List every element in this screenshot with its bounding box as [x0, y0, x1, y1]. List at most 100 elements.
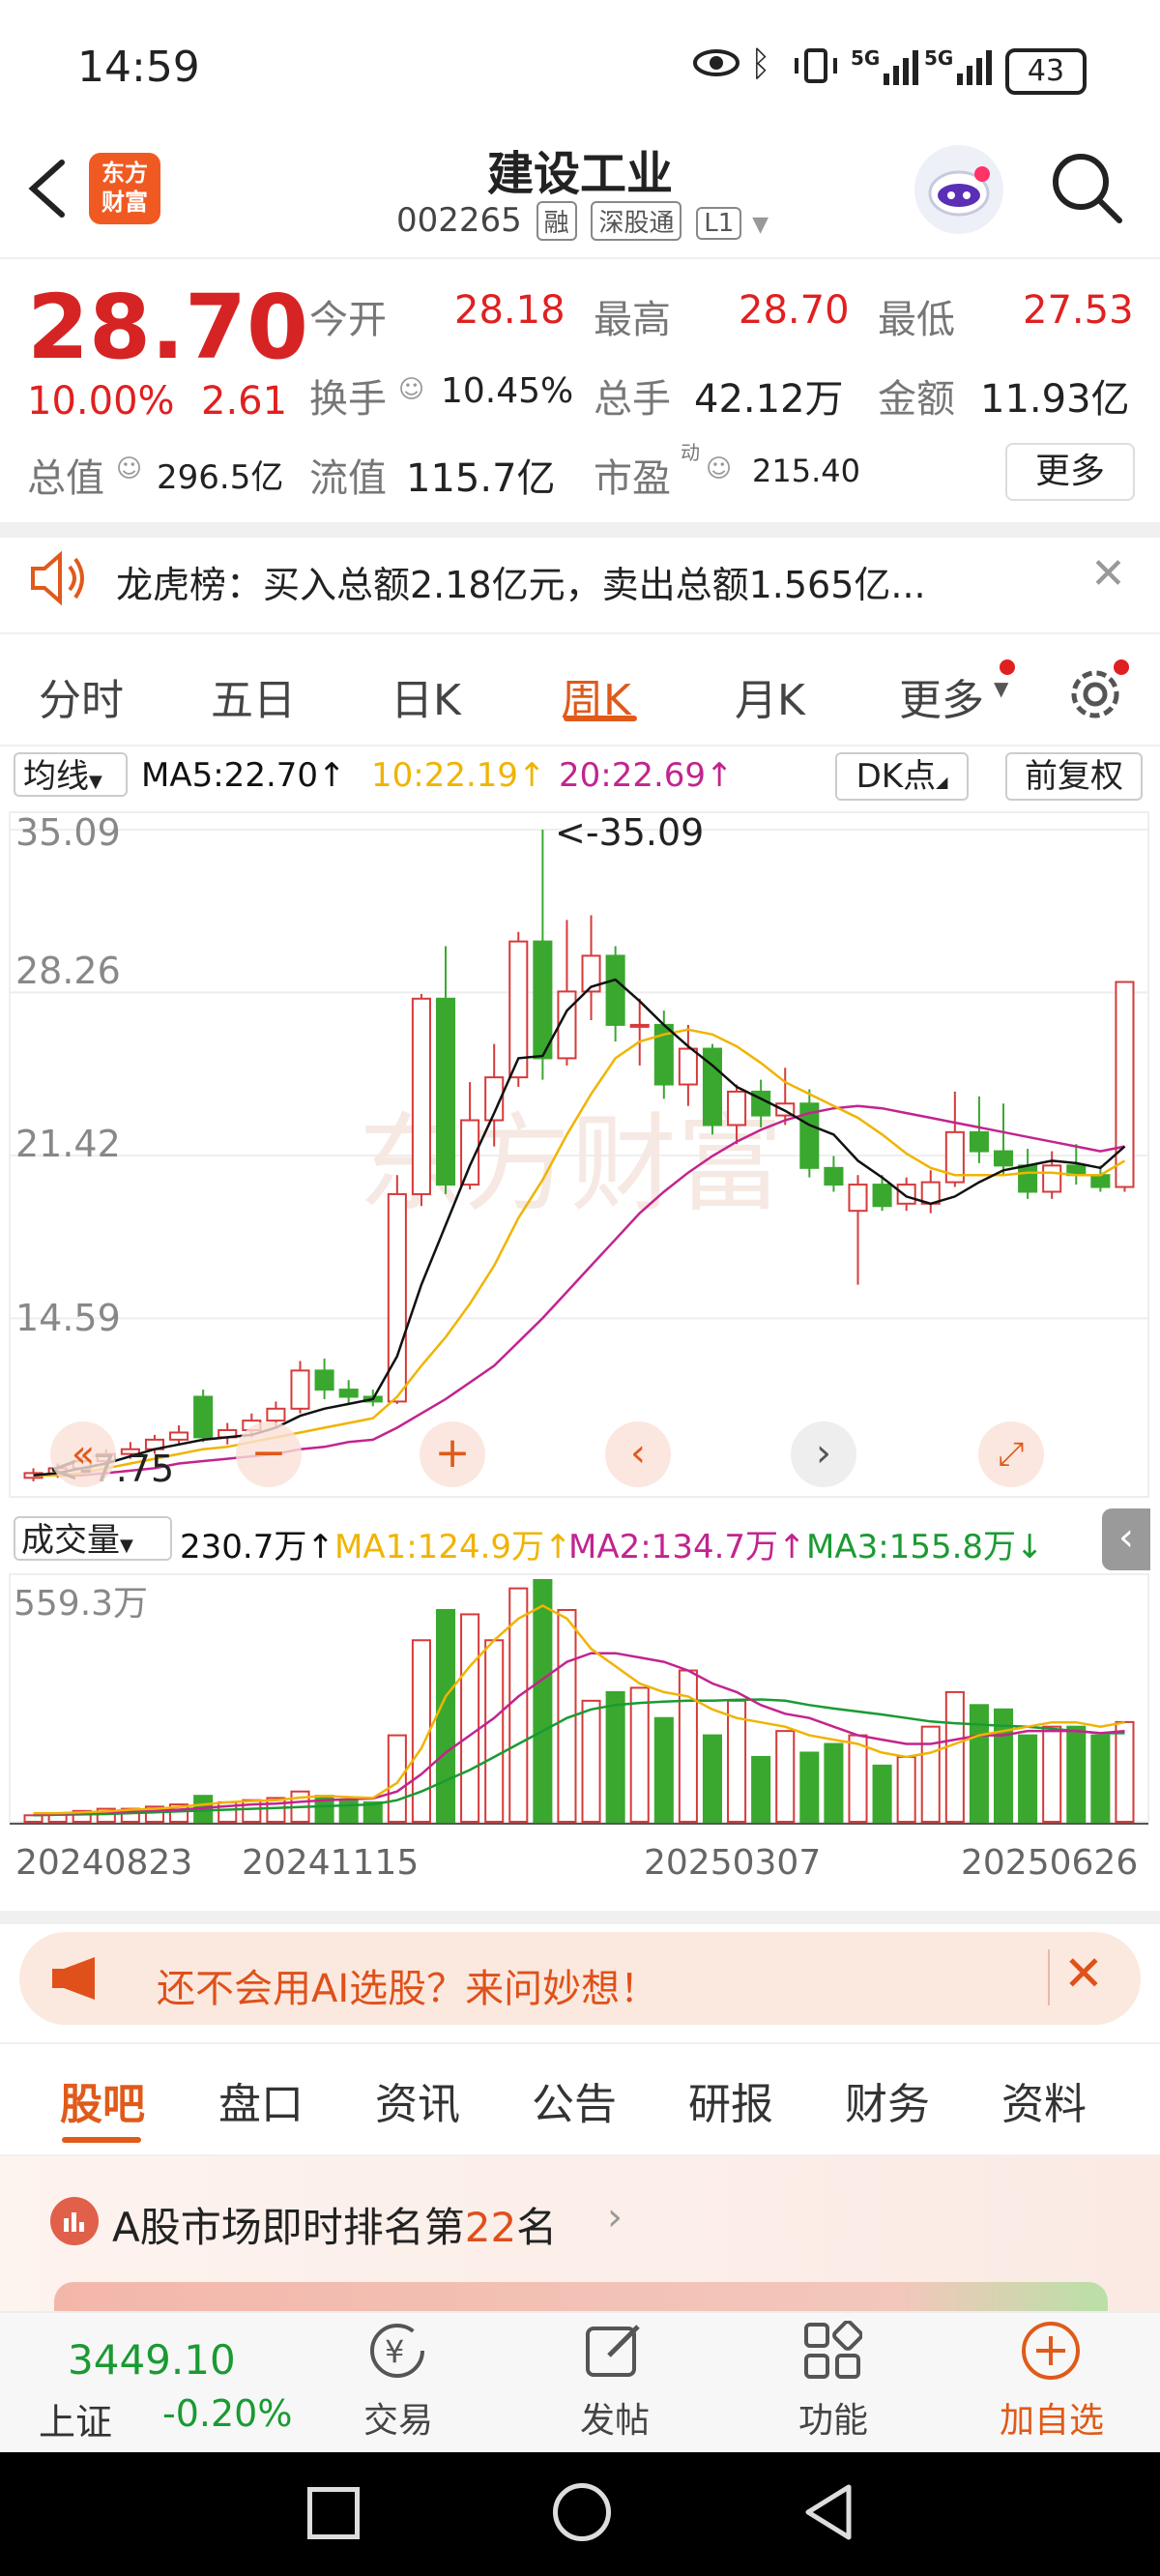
more-button[interactable]: 更多	[1005, 443, 1135, 501]
rank-card[interactable]: A股市场即时排名第22名 ›	[0, 2156, 1160, 2311]
tab-forum[interactable]: 股吧	[60, 2069, 145, 2131]
ma-selector[interactable]: 均线▼	[14, 752, 128, 797]
amount-label: 金额	[878, 377, 955, 422]
functions-icon[interactable]	[802, 2320, 863, 2381]
tab-five-day[interactable]: 五日	[211, 665, 296, 727]
indicator-selector[interactable]: 成交量▼	[14, 1516, 172, 1561]
back-icon[interactable]	[800, 2483, 858, 2541]
scroll-left-icon[interactable]: ‹	[605, 1421, 671, 1487]
back-arrow-icon[interactable]	[19, 155, 73, 222]
tab-intraday[interactable]: 分时	[39, 665, 124, 727]
tag-connect: 深股通	[591, 201, 682, 241]
ai-banner-text: 还不会用AI选股？来问妙想！	[157, 1967, 659, 2011]
signal-5g-icon-2: 5G	[924, 46, 996, 87]
search-icon[interactable]	[1048, 149, 1125, 226]
candle	[727, 1090, 747, 1127]
candle	[411, 997, 431, 1195]
close-icon[interactable]: ✕	[1090, 549, 1126, 599]
gear-icon[interactable]	[1063, 658, 1131, 725]
zoom-in-icon[interactable]: +	[420, 1421, 485, 1487]
tab-monthly-k[interactable]: 月K	[735, 665, 805, 727]
vibrate-icon	[793, 48, 839, 83]
battery-icon: 43	[1005, 48, 1087, 95]
notice-divider	[0, 632, 1160, 634]
nav-trade[interactable]: 交易	[331, 2392, 466, 2443]
dk-point-button[interactable]: DK点◢	[835, 752, 969, 801]
ma20-value: 20:22.69↑	[559, 756, 734, 795]
megaphone-icon	[48, 1953, 106, 2004]
tab-news[interactable]: 资讯	[375, 2069, 460, 2131]
scroll-right-icon[interactable]: ›	[791, 1421, 856, 1487]
candle	[435, 997, 456, 1186]
tab-more[interactable]: 更多	[899, 665, 984, 727]
tab-research[interactable]: 研报	[688, 2069, 773, 2131]
float-value: 115.7亿	[406, 456, 556, 501]
max-price-note: <-35.09	[555, 811, 704, 854]
chevron-right-icon[interactable]: ›	[607, 2195, 623, 2239]
nav-add-watchlist[interactable]: 加自选	[984, 2392, 1119, 2443]
zoom-out-icon[interactable]: −	[236, 1421, 302, 1487]
volume-bar	[435, 1608, 456, 1823]
high-label: 最高	[594, 298, 671, 342]
date-label: 20250307	[644, 1843, 821, 1883]
tab-profile[interactable]: 资料	[1001, 2069, 1087, 2131]
adjust-button[interactable]: 前复权	[1005, 752, 1143, 801]
battery-level: 43	[1027, 54, 1065, 88]
candle	[1042, 1164, 1062, 1193]
ma10-value: 10:22.19↑	[371, 756, 546, 795]
collapse-panel-icon[interactable]: ‹	[1102, 1508, 1150, 1570]
tag-level: L1	[696, 207, 742, 240]
low-label: 最低	[878, 298, 955, 342]
price-chart[interactable]: 东方财富 35.09 28.26 21.42 14.59 <-35.09 <-7…	[0, 805, 1160, 1501]
trade-icon[interactable]: ¥	[365, 2319, 429, 2383]
pe-label: 市盈	[594, 456, 671, 501]
signal-5g-icon-1: 5G	[851, 46, 918, 87]
status-time: 14:59	[77, 43, 200, 92]
ma5-value: MA5:22.70↑	[141, 756, 346, 795]
tab-orderbook[interactable]: 盘口	[218, 2069, 304, 2131]
app-logo: 东方 财富	[89, 153, 160, 224]
tab-announcements[interactable]: 公告	[532, 2069, 617, 2131]
volume-max-label: 559.3万	[14, 1584, 148, 1624]
amount-value: 11.93亿	[980, 377, 1130, 422]
info-icon[interactable]: ☺	[398, 375, 424, 404]
tab-daily-k[interactable]: 日K	[391, 665, 461, 727]
info-icon-2[interactable]: ☺	[116, 454, 142, 483]
stock-code-row: 002265 融 深股通 L1 ▼	[396, 201, 768, 241]
nav-post[interactable]: 发帖	[547, 2392, 682, 2443]
nav-functions[interactable]: 功能	[766, 2392, 901, 2443]
robot-avatar-icon[interactable]	[914, 145, 1003, 234]
info-icon-3[interactable]: ☺	[706, 454, 732, 483]
volume-bar	[484, 1639, 505, 1823]
sub-tab-indicator	[62, 2137, 141, 2143]
volume-current: 230.7万↑	[180, 1528, 334, 1566]
ai-banner[interactable]: 还不会用AI选股？来问妙想！ ✕	[19, 1932, 1141, 2025]
post-icon[interactable]	[582, 2319, 646, 2383]
low-value: 27.53	[1023, 288, 1134, 333]
fullscreen-icon[interactable]: ⤢	[978, 1421, 1044, 1487]
notice-text[interactable]: 龙虎榜：买入总额2.18亿元，卖出总额1.565亿...	[116, 555, 926, 608]
svg-text:¥: ¥	[385, 2333, 404, 2370]
index-change[interactable]: -0.20%	[162, 2392, 292, 2435]
candle	[193, 1395, 214, 1439]
volume-bar	[799, 1751, 820, 1823]
volume-bar	[581, 1699, 601, 1823]
eye-icon	[692, 48, 740, 77]
home-icon[interactable]	[553, 2483, 611, 2541]
candle	[533, 940, 553, 1060]
add-watchlist-icon[interactable]	[1019, 2319, 1083, 2383]
recents-icon[interactable]	[307, 2487, 360, 2539]
banner-close-icon[interactable]: ✕	[1063, 1946, 1104, 2002]
jump-start-icon[interactable]: «	[50, 1421, 116, 1487]
volume-chart[interactable]: 559.3万 20240823 20241115 20250307 202506…	[0, 1570, 1160, 1922]
index-value[interactable]: 3449.10	[68, 2336, 236, 2384]
tab-financials[interactable]: 财务	[845, 2069, 930, 2131]
volume-bar	[824, 1742, 844, 1823]
new-badge-dot	[1000, 659, 1015, 675]
section-gap-2	[0, 1911, 1160, 1924]
date-label: 20240823	[15, 1843, 192, 1883]
dropdown-icon[interactable]: ▼	[752, 213, 768, 237]
mktcap-label: 总值	[27, 456, 104, 501]
index-name[interactable]: 上证	[39, 2392, 112, 2445]
candle	[266, 1407, 286, 1422]
